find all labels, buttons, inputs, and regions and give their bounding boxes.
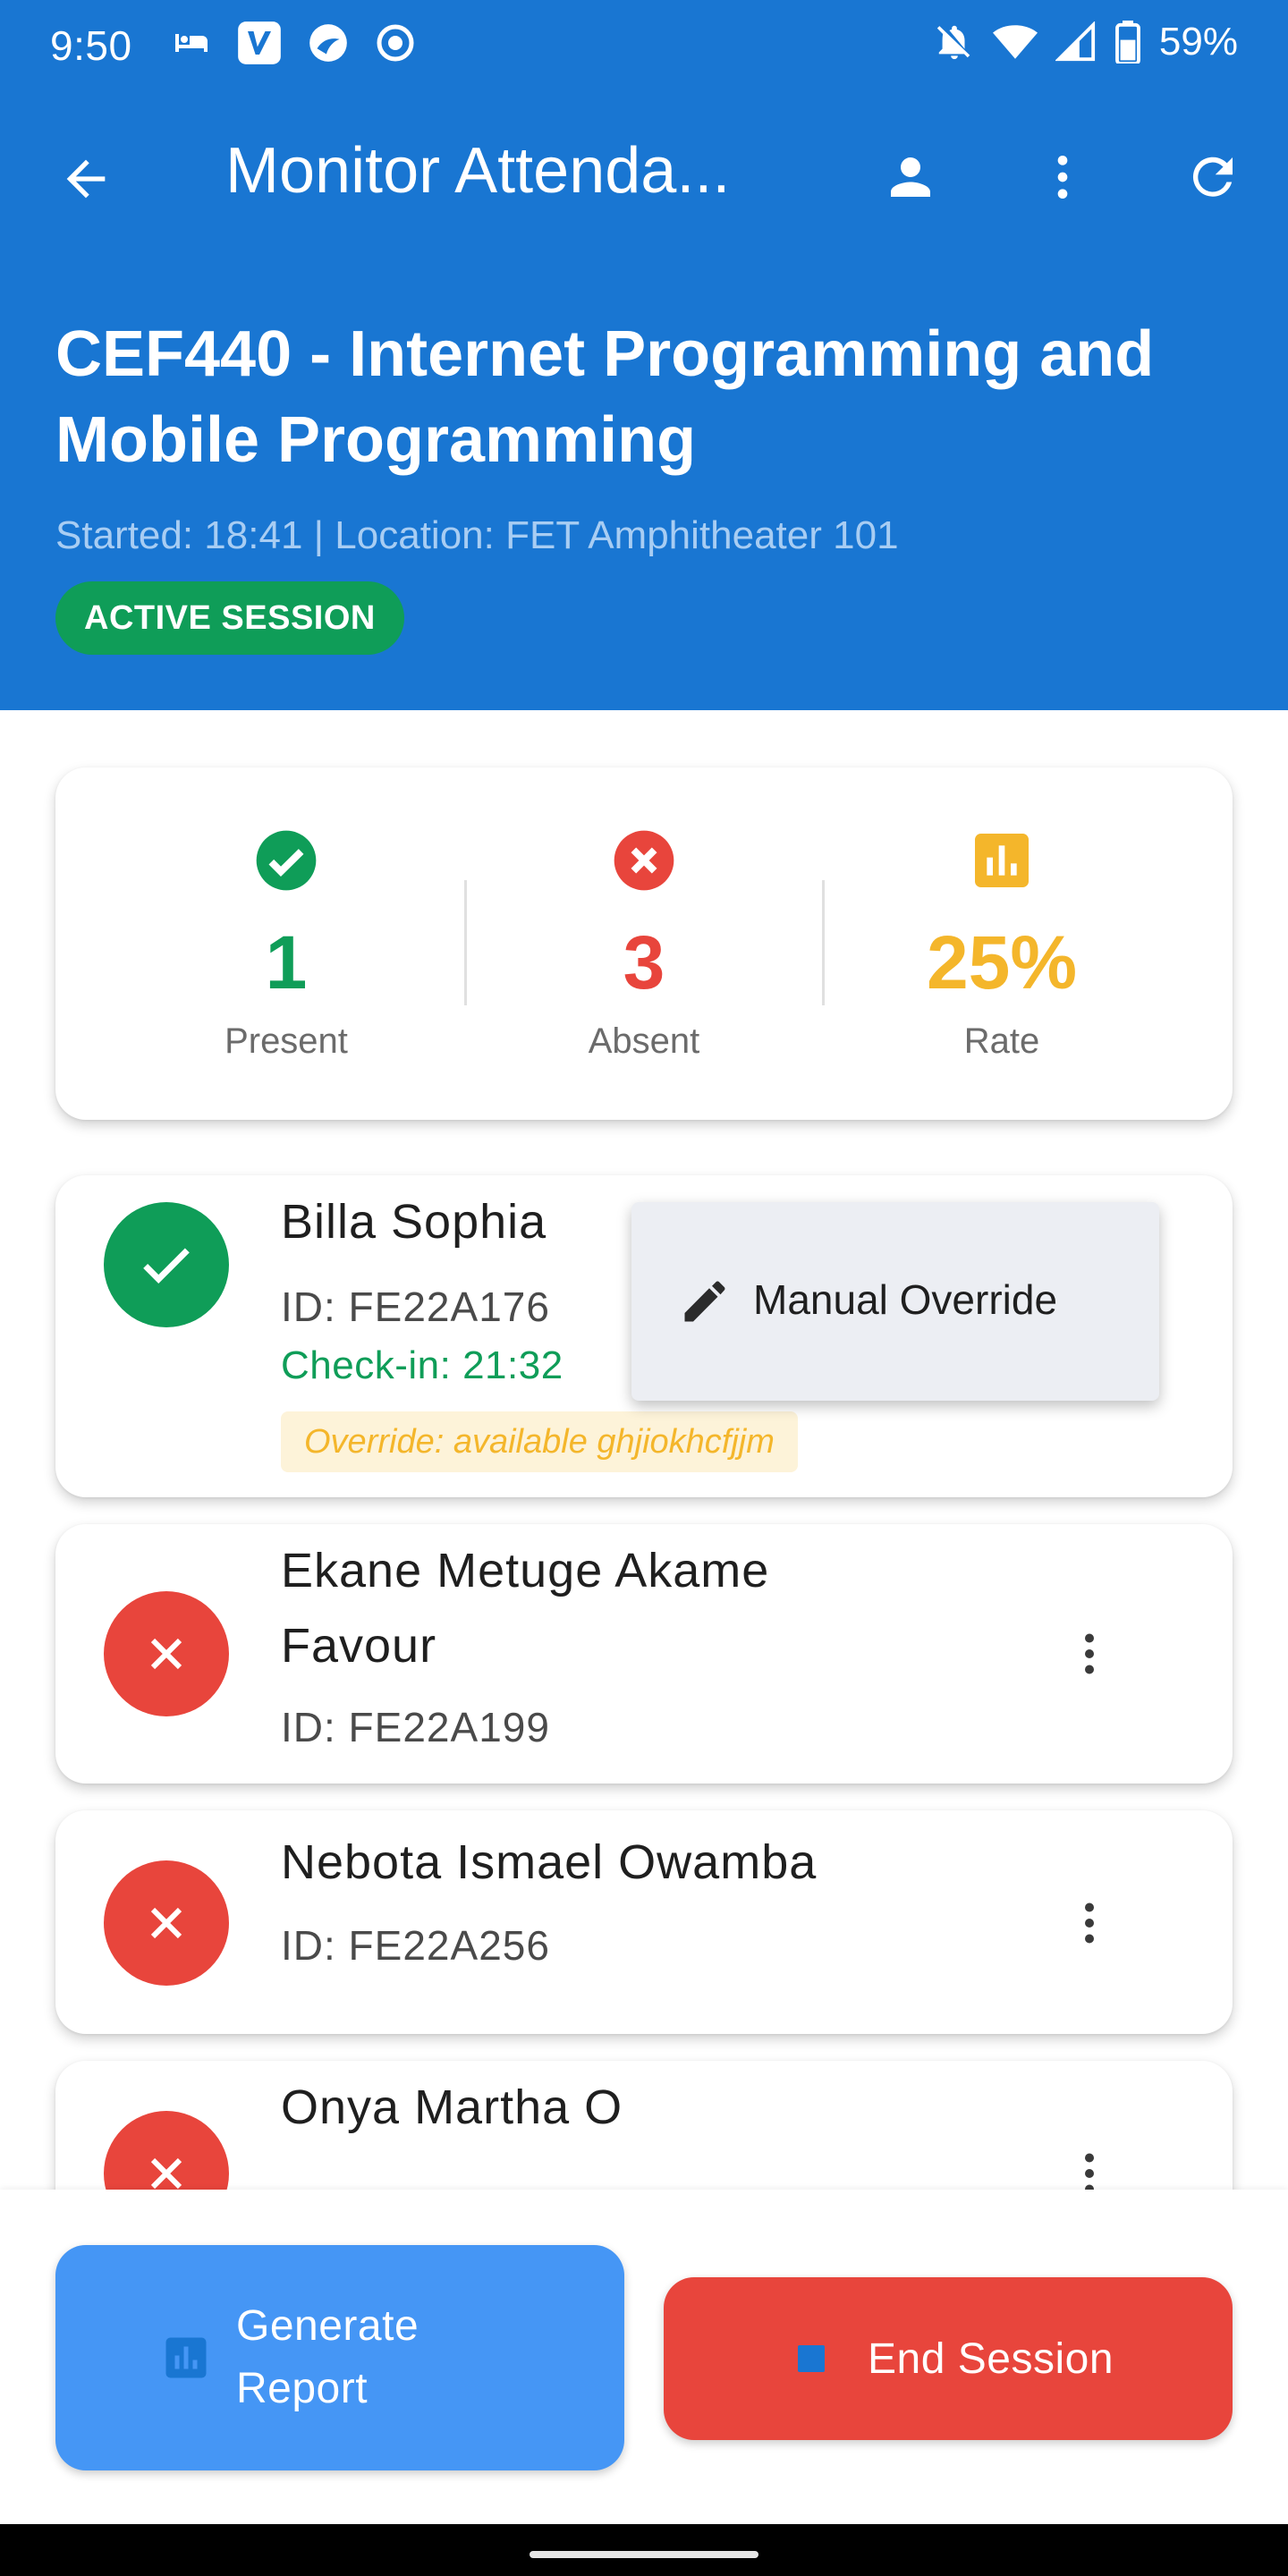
person-icon bbox=[891, 157, 930, 197]
back-button[interactable] bbox=[50, 143, 122, 215]
back-arrow-icon bbox=[66, 159, 106, 199]
cancel-circle-icon bbox=[614, 830, 674, 891]
status-icons-right: 59% bbox=[934, 20, 1238, 64]
attendance-stats-card: 1 Present 3 Absent 25% Rate bbox=[55, 767, 1233, 1120]
status-bar: 9:50 59% bbox=[0, 0, 1288, 89]
row-more-button[interactable] bbox=[1054, 1618, 1125, 1690]
status-time: 9:50 bbox=[50, 22, 132, 69]
edit-pencil-icon bbox=[669, 1266, 741, 1337]
stat-present: 1 Present bbox=[107, 767, 465, 1120]
app-bar: Monitor Attenda... bbox=[0, 116, 1288, 233]
more-vert-icon bbox=[1057, 156, 1068, 199]
status-avatar bbox=[104, 1202, 229, 1327]
status-badge: ACTIVE SESSION bbox=[55, 581, 404, 655]
student-id: ID: FE22A256 bbox=[281, 1922, 550, 1969]
student-id: ID: FE22A176 bbox=[281, 1284, 550, 1330]
record-icon bbox=[377, 24, 414, 62]
stat-rate: 25% Rate bbox=[823, 767, 1181, 1120]
end-session-label: End Session bbox=[868, 2335, 1114, 2383]
home-handle[interactable] bbox=[530, 2551, 758, 2558]
check-icon bbox=[143, 1248, 190, 1284]
course-title: CEF440 - Internet Programming and Mobile… bbox=[55, 318, 1155, 476]
check-circle-icon bbox=[256, 830, 317, 891]
student-name: Billa Sophia bbox=[281, 1195, 547, 1249]
student-name: Nebota Ismael Owamba bbox=[281, 1835, 818, 1889]
session-meta: Started: 18:41 | Location: FET Amphithea… bbox=[55, 513, 899, 557]
status-avatar bbox=[104, 1591, 229, 1716]
refresh-icon bbox=[1192, 157, 1233, 197]
profile-button[interactable] bbox=[875, 141, 946, 213]
present-label: Present bbox=[225, 1021, 348, 1061]
absent-count: 3 bbox=[623, 920, 665, 1004]
more-vert-icon bbox=[1085, 1902, 1094, 1944]
checkin-time: Check-in: 21:32 bbox=[281, 1343, 564, 1387]
student-name: Ekane Metuge Akame Favour bbox=[281, 1544, 770, 1673]
stop-icon bbox=[798, 2345, 825, 2372]
row-more-button[interactable] bbox=[1054, 1887, 1125, 1959]
student-name: Onya Martha O bbox=[281, 2080, 623, 2134]
bed-icon bbox=[175, 34, 208, 52]
session-header: 9:50 59% Monitor Attenda... CEF440 - Int… bbox=[0, 0, 1288, 710]
app-title: Monitor Attenda... bbox=[225, 135, 731, 207]
signal-icon bbox=[1055, 21, 1096, 62]
present-count: 1 bbox=[265, 920, 308, 1004]
close-icon bbox=[150, 1638, 182, 1670]
venmo-icon bbox=[238, 21, 281, 64]
end-session-button[interactable]: End Session bbox=[664, 2277, 1233, 2440]
rate-label: Rate bbox=[963, 1021, 1040, 1061]
app-icon bbox=[309, 24, 347, 62]
notifications-off-icon bbox=[936, 25, 970, 60]
status-avatar bbox=[104, 1860, 229, 1986]
student-id: ID: FE22A199 bbox=[281, 1704, 550, 1750]
override-note: Override: available ghjiokhcfjjm bbox=[281, 1411, 798, 1472]
absent-label: Absent bbox=[588, 1021, 700, 1061]
bottom-action-bar: Generate Report End Session bbox=[0, 2190, 1288, 2524]
battery-percent: 59% bbox=[1158, 20, 1238, 64]
row-context-menu: Manual Override bbox=[631, 1202, 1159, 1401]
close-icon bbox=[150, 1907, 182, 1939]
student-card[interactable]: Ekane Metuge Akame Favour ID: FE22A199 bbox=[55, 1524, 1233, 1784]
bar-chart-icon bbox=[975, 834, 1029, 887]
wifi-icon bbox=[992, 25, 1038, 59]
battery-icon bbox=[1115, 21, 1140, 64]
more-vert-icon bbox=[1085, 1633, 1094, 1674]
generate-report-label: Generate Report bbox=[236, 2302, 419, 2412]
stat-absent: 3 Absent bbox=[465, 767, 823, 1120]
system-nav-bar bbox=[0, 2524, 1288, 2576]
status-icons-left bbox=[170, 20, 417, 66]
report-chart-icon bbox=[165, 2337, 207, 2378]
student-card[interactable]: Nebota Ismael Owamba ID: FE22A256 bbox=[55, 1810, 1233, 2034]
generate-report-button[interactable]: Generate Report bbox=[55, 2245, 624, 2470]
manual-override-menu-item[interactable]: Manual Override bbox=[631, 1202, 1159, 1401]
rate-value: 25% bbox=[926, 920, 1078, 1004]
more-options-button[interactable] bbox=[1027, 141, 1098, 213]
refresh-button[interactable] bbox=[1177, 141, 1249, 213]
manual-override-label: Manual Override bbox=[753, 1276, 1058, 1323]
